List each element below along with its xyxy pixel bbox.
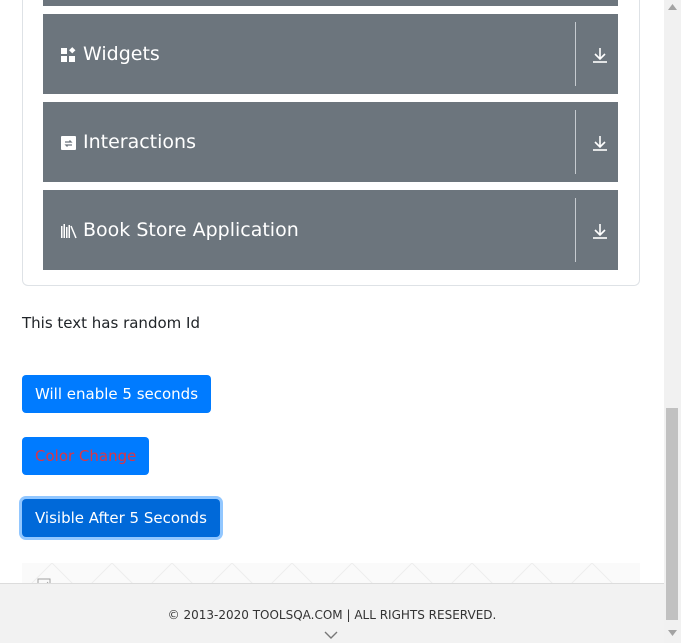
chevron-down-icon[interactable] — [324, 631, 338, 640]
group-title: Book Store Application — [83, 219, 299, 241]
download-icon[interactable] — [591, 222, 609, 240]
download-icon[interactable] — [591, 134, 609, 152]
group-title: Widgets — [83, 43, 160, 65]
scroll-up-arrow-icon[interactable] — [668, 4, 677, 10]
color-change-button[interactable]: Color Change — [22, 437, 150, 475]
scrollbar-thumb[interactable] — [666, 408, 678, 620]
page-content: Widgets Interactions Book Store Applicat… — [0, 0, 664, 643]
collapsed-group-strip[interactable] — [43, 0, 618, 6]
random-id-text: This text has random Id — [22, 314, 200, 332]
group-book-store[interactable]: Book Store Application — [43, 190, 618, 270]
vertical-scrollbar[interactable] — [664, 0, 681, 643]
scroll-down-arrow-icon[interactable] — [668, 630, 677, 636]
copyright-text: © 2013-2020 TOOLSQA.COM | ALL RIGHTS RES… — [167, 608, 497, 622]
divider — [575, 110, 576, 174]
divider — [575, 198, 576, 262]
group-interactions[interactable]: Interactions — [43, 102, 618, 182]
enable-after-button[interactable]: Will enable 5 seconds — [22, 375, 212, 413]
widgets-icon — [61, 47, 76, 62]
download-icon[interactable] — [591, 46, 609, 64]
group-title: Interactions — [83, 131, 196, 153]
interactions-icon — [61, 136, 76, 150]
book-store-icon — [61, 224, 77, 239]
divider — [575, 22, 576, 86]
visible-after-button[interactable]: Visible After 5 Seconds — [22, 499, 220, 537]
group-widgets[interactable]: Widgets — [43, 14, 618, 94]
page-footer: © 2013-2020 TOOLSQA.COM | ALL RIGHTS RES… — [0, 583, 664, 643]
